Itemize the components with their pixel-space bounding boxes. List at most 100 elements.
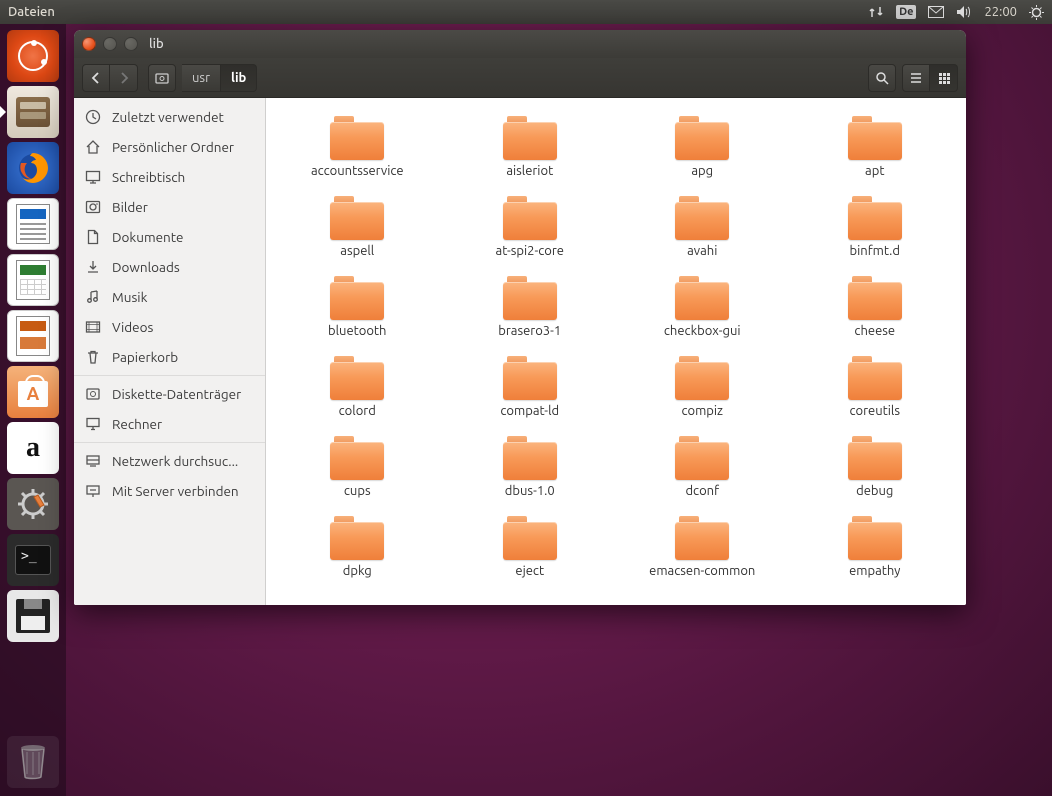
volume-icon[interactable] <box>956 5 972 19</box>
folder-icon <box>848 116 902 160</box>
folder-item[interactable]: compat-ld <box>449 356 612 418</box>
launcher-trash[interactable] <box>7 736 59 788</box>
sidebar-item-connect[interactable]: Mit Server verbinden <box>74 476 265 506</box>
folder-label: dpkg <box>343 564 372 578</box>
folder-item[interactable]: avahi <box>621 196 784 258</box>
folder-item[interactable]: checkbox-gui <box>621 276 784 338</box>
folder-item[interactable]: debug <box>794 436 957 498</box>
folder-item[interactable]: colord <box>276 356 439 418</box>
folder-label: aisleriot <box>506 164 553 178</box>
folder-icon <box>330 196 384 240</box>
folder-icon <box>675 356 729 400</box>
content-area[interactable]: accountsservice aisleriot apgapt aspellat-s… <box>266 98 966 605</box>
folder-item[interactable]: aisleriot <box>449 116 612 178</box>
mail-icon[interactable] <box>928 6 944 18</box>
folder-item[interactable]: apg <box>621 116 784 178</box>
folder-label: eject <box>515 564 544 578</box>
sidebar-item-label: Bilder <box>112 199 148 215</box>
launcher-files[interactable] <box>7 86 59 138</box>
sidebar-item-documents[interactable]: Dokumente <box>74 222 265 252</box>
folder-label: bluetooth <box>328 324 386 338</box>
connect-icon <box>84 482 102 500</box>
sidebar-item-recent[interactable]: Zuletzt verwendet <box>74 102 265 132</box>
folder-item[interactable]: accountsservice <box>276 116 439 178</box>
folder-item[interactable]: apt <box>794 116 957 178</box>
folder-item[interactable]: dbus-1.0 <box>449 436 612 498</box>
window-maximize-button[interactable] <box>124 37 138 51</box>
sidebar-item-downloads[interactable]: Downloads <box>74 252 265 282</box>
top-menubar: Dateien De 22:00 <box>0 0 1052 24</box>
folder-item[interactable]: brasero3-1 <box>449 276 612 338</box>
folder-item[interactable]: cheese <box>794 276 957 338</box>
launcher-calc[interactable] <box>7 254 59 306</box>
folder-item[interactable]: empathy <box>794 516 957 578</box>
launcher-terminal[interactable]: >_ <box>7 534 59 586</box>
sidebar-item-computer[interactable]: Rechner <box>74 409 265 439</box>
sidebar-item-home[interactable]: Persönlicher Ordner <box>74 132 265 162</box>
launcher-impress[interactable] <box>7 310 59 362</box>
window-minimize-button[interactable] <box>103 37 117 51</box>
clock[interactable]: 22:00 <box>984 5 1017 19</box>
path-segment-usr[interactable]: usr <box>182 64 221 92</box>
nav-forward-button[interactable] <box>110 64 138 92</box>
folder-item[interactable]: dpkg <box>276 516 439 578</box>
sidebar-item-label: Persönlicher Ordner <box>112 139 234 155</box>
folder-icon <box>503 436 557 480</box>
search-button[interactable] <box>868 64 896 92</box>
sidebar-item-trash[interactable]: Papierkorb <box>74 342 265 372</box>
sidebar-separator <box>74 442 265 443</box>
launcher-firefox[interactable] <box>7 142 59 194</box>
sidebar-item-label: Downloads <box>112 259 180 275</box>
folder-label: coreutils <box>850 404 900 418</box>
folder-label: empathy <box>849 564 900 578</box>
sidebar-item-label: Schreibtisch <box>112 169 185 185</box>
downloads-icon <box>84 258 102 276</box>
sidebar: Zuletzt verwendet Persönlicher Ordner Schr… <box>74 98 266 605</box>
recent-icon <box>84 108 102 126</box>
launcher-dash[interactable] <box>7 30 59 82</box>
launcher-settings[interactable] <box>7 478 59 530</box>
path-root-button[interactable] <box>148 64 176 92</box>
sidebar-item-disk[interactable]: Diskette-Datenträger <box>74 379 265 409</box>
folder-item[interactable]: at-spi2-core <box>449 196 612 258</box>
folder-item[interactable]: eject <box>449 516 612 578</box>
folder-icon <box>330 276 384 320</box>
app-menu-title[interactable]: Dateien <box>8 5 55 19</box>
toolbar: usr lib <box>74 58 966 98</box>
folder-icon <box>848 516 902 560</box>
folder-label: dbus-1.0 <box>505 484 555 498</box>
window-close-button[interactable] <box>82 37 96 51</box>
documents-icon <box>84 228 102 246</box>
sidebar-item-browse[interactable]: Netzwerk durchsuc... <box>74 446 265 476</box>
sidebar-item-desktop[interactable]: Schreibtisch <box>74 162 265 192</box>
folder-item[interactable]: cups <box>276 436 439 498</box>
launcher-writer[interactable] <box>7 198 59 250</box>
folder-item[interactable]: coreutils <box>794 356 957 418</box>
power-cog-icon[interactable] <box>1029 5 1044 20</box>
launcher-software[interactable]: A <box>7 366 59 418</box>
folder-label: compat-ld <box>500 404 559 418</box>
folder-label: accountsservice <box>311 164 404 178</box>
network-updown-icon[interactable] <box>868 5 884 19</box>
folder-label: colord <box>339 404 376 418</box>
keyboard-indicator[interactable]: De <box>896 5 916 19</box>
sidebar-item-pictures[interactable]: Bilder <box>74 192 265 222</box>
launcher-amazon[interactable]: a <box>7 422 59 474</box>
sidebar-item-label: Videos <box>112 319 153 335</box>
folder-item[interactable]: emacsen-common <box>621 516 784 578</box>
folder-icon <box>330 356 384 400</box>
view-grid-button[interactable] <box>930 64 958 92</box>
folder-item[interactable]: bluetooth <box>276 276 439 338</box>
launcher-floppy[interactable] <box>7 590 59 642</box>
folder-label: debug <box>856 484 893 498</box>
folder-item[interactable]: dconf <box>621 436 784 498</box>
folder-item[interactable]: aspell <box>276 196 439 258</box>
window-titlebar[interactable]: lib <box>74 30 966 58</box>
path-segment-lib[interactable]: lib <box>221 64 257 92</box>
folder-item[interactable]: binfmt.d <box>794 196 957 258</box>
folder-item[interactable]: compiz <box>621 356 784 418</box>
view-list-button[interactable] <box>902 64 930 92</box>
sidebar-item-videos[interactable]: Videos <box>74 312 265 342</box>
nav-back-button[interactable] <box>82 64 110 92</box>
sidebar-item-music[interactable]: Musik <box>74 282 265 312</box>
